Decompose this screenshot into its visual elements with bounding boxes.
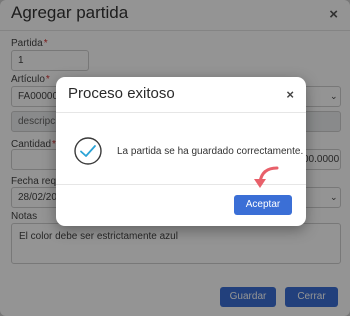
modal-close-icon[interactable]: ×	[286, 87, 294, 102]
modal-header: Proceso exitoso ×	[56, 77, 306, 113]
modal-message: La partida se ha guardado correctamente.	[117, 146, 304, 157]
check-circle-icon	[74, 137, 102, 165]
curved-arrow-icon	[254, 166, 279, 188]
modal-title: Proceso exitoso	[68, 85, 175, 102]
aceptar-button[interactable]: Aceptar	[234, 195, 292, 215]
success-modal: Proceso exitoso × La partida se ha guard…	[56, 77, 306, 226]
